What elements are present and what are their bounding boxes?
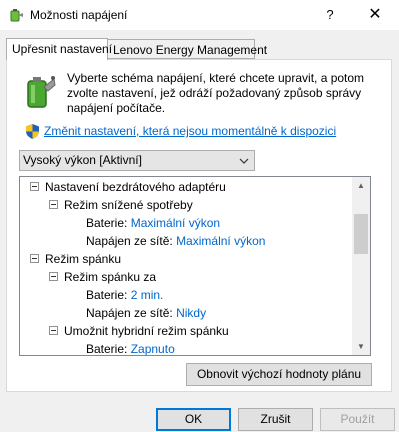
setting-value[interactable]: Maximální výkon [176, 234, 265, 248]
settings-tree[interactable]: Nastavení bezdrátového adaptéru Režim sn… [19, 176, 371, 356]
tree-item-battery-setting[interactable]: Baterie: Maximální výkon [86, 214, 220, 233]
collapse-toggle-icon[interactable] [49, 200, 58, 210]
tree-item-sleep[interactable]: Režim spánku [30, 250, 121, 269]
scroll-down-arrow-icon[interactable]: ▼ [352, 338, 370, 355]
vertical-scrollbar[interactable] [352, 177, 370, 355]
help-button[interactable]: ? [318, 4, 342, 26]
collapse-toggle-icon[interactable] [30, 182, 39, 192]
tree-item-hybrid-sleep[interactable]: Umožnit hybridní režim spánku [49, 322, 229, 341]
tree-item-sleep-after[interactable]: Režim spánku za [49, 268, 156, 287]
uac-shield-icon [26, 124, 39, 139]
setting-value[interactable]: Maximální výkon [131, 216, 220, 230]
collapse-toggle-icon[interactable] [30, 254, 39, 264]
tree-item-power-saving-mode[interactable]: Režim snížené spotřeby [49, 196, 193, 215]
setting-value[interactable]: Zapnuto [131, 342, 175, 355]
setting-value[interactable]: 2 min. [131, 288, 164, 302]
tree-item-plugged-in-setting[interactable]: Napájen ze sítě: Nikdy [86, 304, 206, 323]
tab-lenovo-energy-management[interactable]: Lenovo Energy Management [108, 39, 267, 59]
setting-value[interactable]: Nikdy [176, 306, 206, 320]
tree-item-battery-setting[interactable]: Baterie: 2 min. [86, 286, 163, 305]
battery-icon [22, 73, 56, 109]
description-text: Vyberte schéma napájení, které chcete up… [67, 71, 365, 115]
close-button[interactable]: ✕ [360, 4, 390, 26]
power-options-icon [8, 7, 24, 23]
collapse-toggle-icon[interactable] [49, 326, 58, 336]
cancel-button[interactable]: Zrušit [238, 408, 313, 431]
restore-defaults-button[interactable]: Obnovit výchozí hodnoty plánu [186, 363, 372, 386]
tree-item-plugged-in-setting[interactable]: Napájen ze sítě: Maximální výkon [86, 232, 265, 251]
window-title: Možnosti napájení [30, 8, 128, 22]
ok-button[interactable]: OK [156, 408, 231, 431]
power-plan-dropdown[interactable]: Vysoký výkon [Aktivní] [19, 150, 255, 171]
tree-item-wireless-adapter[interactable]: Nastavení bezdrátového adaptéru [30, 178, 226, 197]
collapse-toggle-icon[interactable] [49, 272, 58, 282]
tab-advanced-settings[interactable]: Upřesnit nastavení [6, 38, 112, 60]
apply-button[interactable]: Použít [320, 408, 395, 431]
chevron-down-icon[interactable] [235, 151, 253, 170]
change-unavailable-settings-link[interactable]: Změnit nastavení, která nejsou momentáln… [44, 124, 336, 138]
scrollbar-thumb[interactable] [354, 214, 368, 254]
scroll-up-arrow-icon[interactable]: ▲ [352, 177, 370, 194]
tree-item-battery-setting[interactable]: Baterie: Zapnuto [86, 340, 175, 355]
